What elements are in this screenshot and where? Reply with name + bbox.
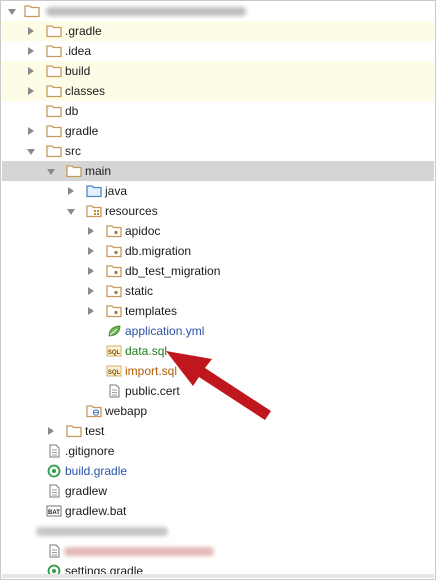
annotation-arrow	[166, 351, 271, 420]
